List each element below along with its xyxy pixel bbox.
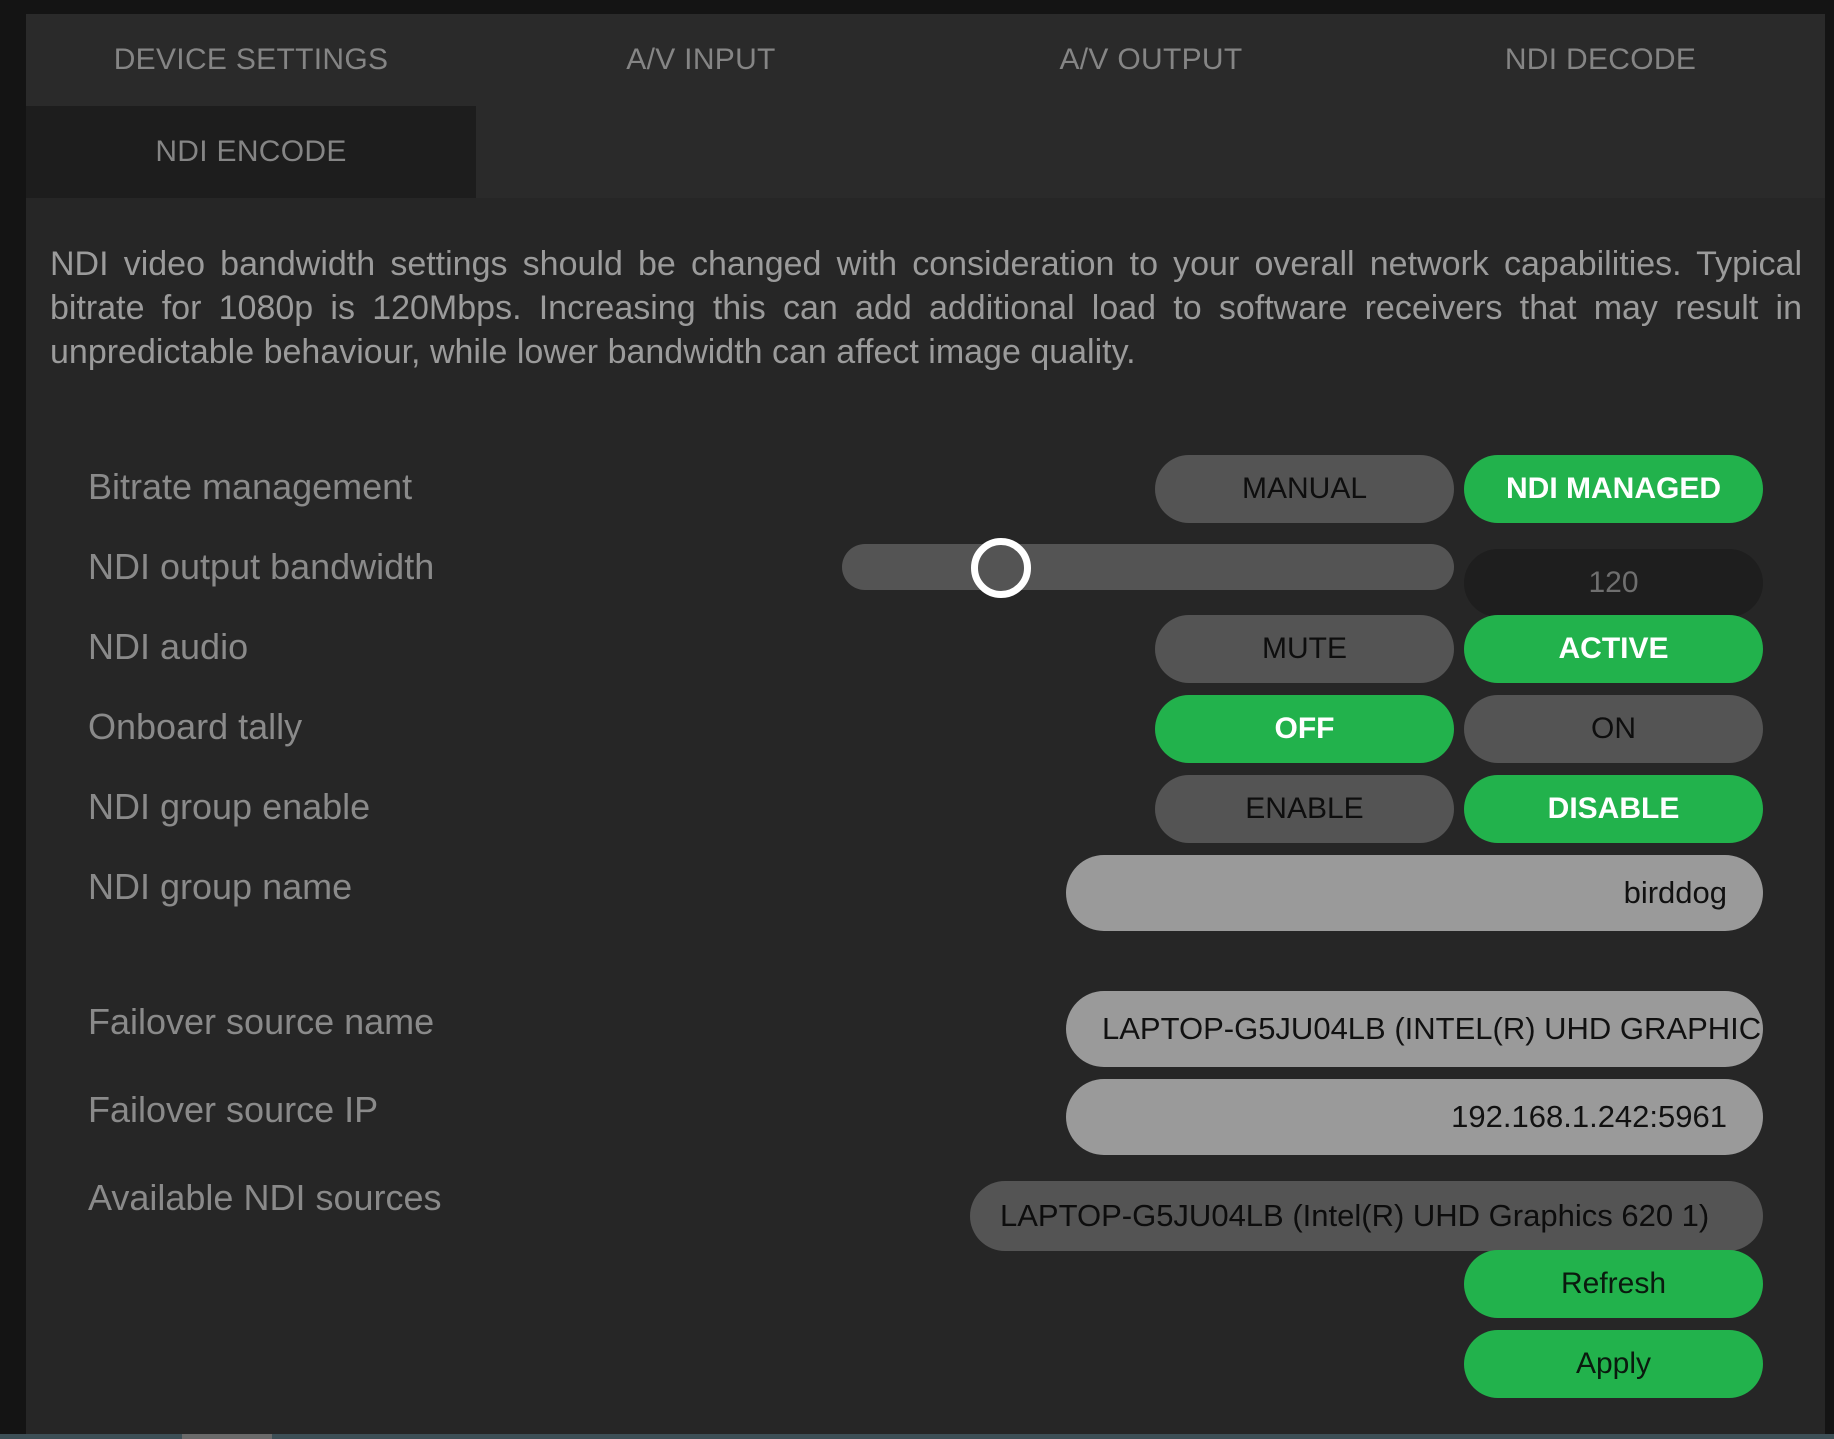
failover-name-input[interactable]: LAPTOP-G5JU04LB (INTEL(R) UHD GRAPHICS	[1066, 991, 1763, 1067]
group-name-input[interactable]: birddog	[1066, 855, 1763, 931]
audio-mute-button[interactable]: MUTE	[1155, 615, 1454, 683]
group-enable-button[interactable]: ENABLE	[1155, 775, 1454, 843]
ndi-audio-label: NDI audio	[88, 626, 249, 667]
bitrate-management-label: Bitrate management	[88, 466, 413, 507]
onboard-tally-label: Onboard tally	[88, 706, 303, 747]
audio-active-button[interactable]: ACTIVE	[1464, 615, 1763, 683]
tally-off-button[interactable]: OFF	[1155, 695, 1454, 763]
bitrate-ndi-managed-button[interactable]: NDI MANAGED	[1464, 455, 1763, 523]
failover-ip-input[interactable]: 192.168.1.242:5961	[1066, 1079, 1763, 1155]
failover-ip-label: Failover source IP	[88, 1089, 379, 1130]
bandwidth-description: NDI video bandwidth settings should be c…	[50, 245, 1802, 371]
apply-button[interactable]: Apply	[1464, 1330, 1763, 1398]
bandwidth-slider-thumb[interactable]	[971, 538, 1032, 598]
failover-name-label: Failover source name	[88, 1001, 435, 1042]
tab-device-settings[interactable]: DEVICE SETTINGS	[26, 14, 476, 106]
bandwidth-slider-track[interactable]	[842, 544, 1454, 590]
settings-panel: DEVICE SETTINGS A/V INPUT A/V OUTPUT NDI…	[26, 14, 1825, 1436]
group-name-label: NDI group name	[88, 866, 353, 907]
available-sources-select[interactable]: LAPTOP-G5JU04LB (Intel(R) UHD Graphics 6…	[970, 1181, 1763, 1251]
group-disable-button[interactable]: DISABLE	[1464, 775, 1763, 843]
bitrate-manual-button[interactable]: MANUAL	[1155, 455, 1454, 523]
refresh-button[interactable]: Refresh	[1464, 1250, 1763, 1318]
tab-ndi-encode[interactable]: NDI ENCODE	[26, 106, 476, 198]
tab-bar: DEVICE SETTINGS A/V INPUT A/V OUTPUT NDI…	[26, 14, 1825, 198]
tab-ndi-decode[interactable]: NDI DECODE	[1376, 14, 1825, 106]
available-sources-label: Available NDI sources	[88, 1177, 442, 1218]
bottom-scrollbar[interactable]	[0, 1434, 1834, 1439]
tab-av-output[interactable]: A/V OUTPUT	[926, 14, 1376, 106]
bandwidth-value: 120	[1464, 549, 1763, 617]
tally-on-button[interactable]: ON	[1464, 695, 1763, 763]
tab-av-input[interactable]: A/V INPUT	[476, 14, 926, 106]
output-bandwidth-label: NDI output bandwidth	[88, 546, 435, 587]
bottom-scrollbar-thumb[interactable]	[182, 1434, 272, 1439]
group-enable-label: NDI group enable	[88, 786, 371, 827]
